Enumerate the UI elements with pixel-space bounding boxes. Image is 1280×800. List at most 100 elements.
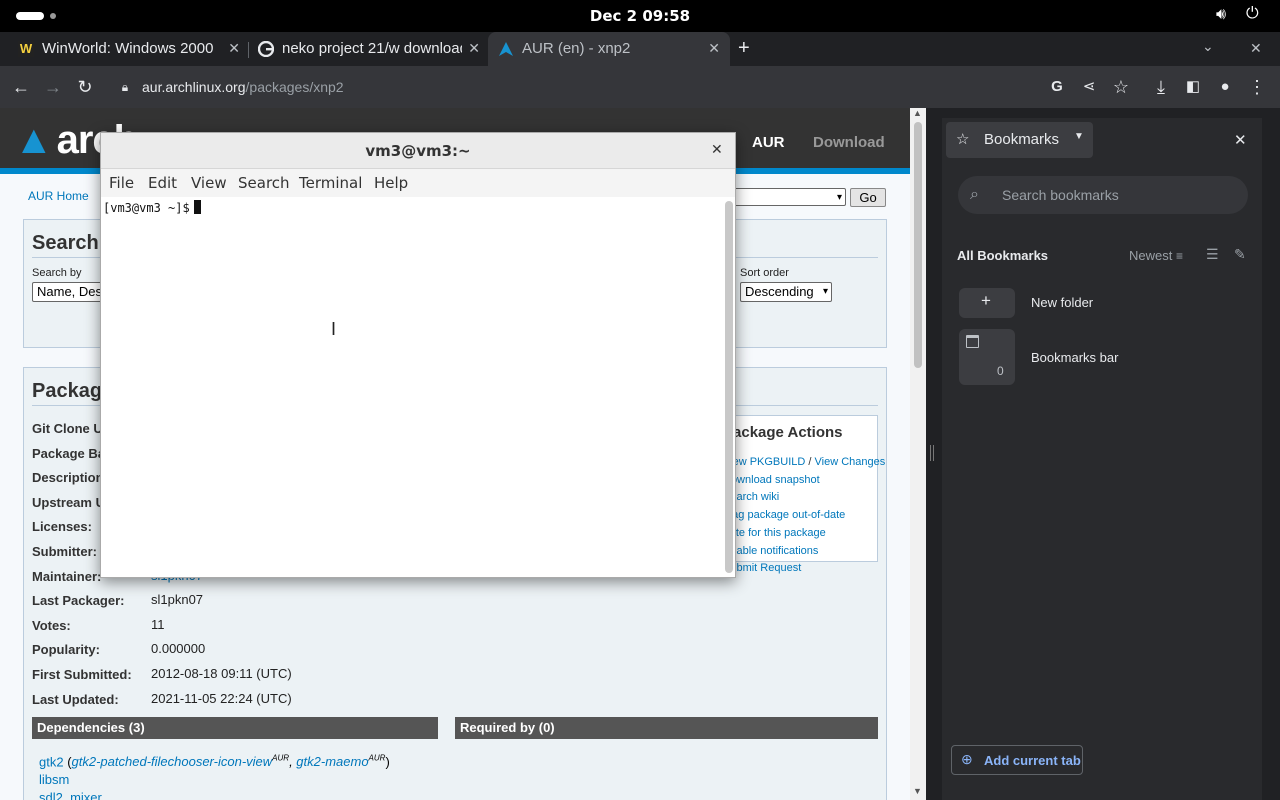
list-item: libsm (39, 771, 390, 789)
sort-order-select[interactable]: Descending ▾ (740, 282, 832, 302)
add-circle-icon: ⊕ (961, 751, 973, 767)
system-top-bar: Dec 2 09:58 🔊︎ ⏻ (0, 0, 1280, 32)
detail-label: Maintainer: (32, 568, 102, 584)
close-tab-icon[interactable]: ✕ (708, 40, 720, 57)
breadcrumb[interactable]: AUR Home (28, 189, 89, 203)
close-tab-icon[interactable]: ✕ (468, 40, 480, 57)
close-panel-icon[interactable]: ✕ (1234, 131, 1247, 149)
power-icon[interactable]: ⏻ (1246, 5, 1259, 23)
winworld-icon: W (18, 41, 34, 57)
close-window-icon[interactable]: ✕ (1250, 40, 1262, 57)
detail-value: 2021-11-05 22:24 (UTC) (151, 690, 292, 706)
tab-title: neko project 21/w download (282, 40, 462, 57)
go-button[interactable]: Go (850, 188, 886, 207)
side-panel-icon[interactable]: ◧ (1182, 76, 1204, 98)
sort-icon: ≡ (1175, 249, 1183, 263)
star-icon: ☆ (956, 131, 970, 148)
dropdown-icon: ▼ (1074, 131, 1084, 142)
language-select[interactable]: ▾ (734, 188, 846, 206)
new-folder-label[interactable]: New folder (1031, 295, 1093, 310)
dep-libsm-link[interactable]: libsm (39, 772, 69, 787)
dep-alt-link[interactable]: gtk2-patched-filechooser-icon-view (72, 754, 273, 769)
package-actions-box: Package Actions View PKGBUILD / View Cha… (714, 415, 885, 574)
url-host: aur.archlinux.org (142, 79, 246, 95)
tab-title: WinWorld: Windows 2000 (42, 40, 214, 57)
list-item: sdl2_mixer (39, 789, 390, 800)
scrollbar-thumb[interactable] (914, 122, 922, 368)
bookmarks-bar-label[interactable]: Bookmarks bar (1031, 350, 1118, 365)
list-item: gtk2 (gtk2-patched-filechooser-icon-view… (39, 754, 390, 770)
forward-icon[interactable]: → (42, 76, 64, 98)
search-title: Search (32, 232, 99, 254)
plus-icon: + (981, 291, 991, 310)
terminal-scrollbar[interactable] (725, 201, 733, 573)
detail-label: Votes: (32, 617, 71, 633)
bookmark-search-input[interactable]: ⌕ Search bookmarks (958, 176, 1248, 214)
reload-icon[interactable]: ↻ (74, 76, 96, 98)
detail-label: First Submitted: (32, 666, 132, 682)
close-tab-icon[interactable]: ✕ (228, 40, 240, 57)
menu-file[interactable]: File (109, 174, 134, 192)
folder-icon (966, 335, 979, 348)
vote-link[interactable]: Vote for this package (723, 527, 826, 539)
bookmarks-panel-selector[interactable]: ☆ Bookmarks ▼ (946, 122, 1093, 158)
search-icon: ⌕ (970, 186, 979, 203)
notifications-link[interactable]: Enable notifications (723, 545, 818, 557)
detail-label: Popularity: (32, 642, 100, 658)
list-view-icon[interactable]: ☰ (1206, 246, 1219, 263)
edit-icon[interactable]: ✎ (1234, 246, 1246, 263)
bookmark-star-icon[interactable]: ☆ (1110, 76, 1132, 98)
volume-icon[interactable]: 🔊︎ (1216, 6, 1226, 24)
search-by-label: Search by (32, 267, 82, 279)
sort-order-label: Sort order (740, 267, 789, 279)
dep-gtk2-link[interactable]: gtk2 (39, 754, 64, 769)
flag-out-of-date-link[interactable]: Flag package out-of-date (723, 509, 845, 521)
shell-prompt: [vm3@vm3 ~]$ (103, 200, 201, 215)
terminal-window[interactable]: vm3@vm3:~ ✕ File Edit View Search Termin… (100, 132, 736, 578)
menu-search[interactable]: Search (238, 174, 290, 192)
menu-edit[interactable]: Edit (148, 174, 177, 192)
menu-icon[interactable]: ⋮ (1246, 76, 1268, 98)
tab-strip: W WinWorld: Windows 2000 ✕ neko project … (0, 32, 1280, 66)
page-scrollbar[interactable]: ▲ ▼ (910, 108, 926, 800)
detail-label: Last Packager: (32, 593, 125, 609)
menu-help[interactable]: Help (374, 174, 408, 192)
add-current-tab-button[interactable]: ⊕ Add current tab (951, 745, 1083, 775)
address-bar[interactable]: aur.archlinux.org/packages/xnp2 (112, 72, 1112, 102)
bookmark-count: 0 (997, 364, 1004, 378)
new-tab-icon[interactable]: + (738, 37, 750, 60)
profile-icon[interactable]: ● (1214, 76, 1236, 98)
detail-label: Submitter: (32, 543, 97, 559)
bookmarks-panel (942, 118, 1262, 800)
view-changes-link[interactable]: View Changes (815, 456, 886, 468)
dep-sdl2-mixer-link[interactable]: sdl2_mixer (39, 790, 102, 800)
menu-terminal[interactable]: Terminal (299, 174, 362, 192)
download-snapshot-link[interactable]: Download snapshot (723, 474, 820, 486)
tab-title: AUR (en) - xnp2 (522, 40, 631, 57)
nav-aur[interactable]: AUR (752, 134, 785, 151)
clock[interactable]: Dec 2 09:58 (0, 7, 1280, 25)
download-icon[interactable]: ⤓ (1150, 76, 1172, 98)
tab-search-icon[interactable]: ⌄ (1202, 38, 1214, 55)
tab-neko[interactable]: neko project 21/w download ✕ (248, 32, 490, 66)
close-icon[interactable]: ✕ (711, 141, 723, 158)
terminal-title-bar[interactable]: vm3@vm3:~ (101, 133, 735, 169)
add-current-tab-label: Add current tab (984, 753, 1081, 768)
dep-alt-link[interactable]: gtk2-maemo (296, 754, 368, 769)
bookmarks-bar-tile[interactable]: 0 (959, 329, 1015, 385)
detail-value: 0.000000 (151, 641, 206, 657)
terminal-menubar: File Edit View Search Terminal Help (101, 169, 735, 197)
resize-handle[interactable] (930, 445, 934, 461)
terminal-body[interactable]: [vm3@vm3 ~]$ (101, 197, 735, 577)
new-folder-tile[interactable]: + (959, 288, 1015, 318)
url-path: /packages/xnp2 (245, 79, 344, 95)
nav-download[interactable]: Download (813, 134, 885, 151)
back-icon[interactable]: ← (10, 76, 32, 98)
actions-list: View PKGBUILD / View Changes Download sn… (723, 456, 886, 575)
text-cursor (193, 200, 201, 214)
tab-aur[interactable]: AUR (en) - xnp2 ✕ (488, 32, 730, 66)
menu-view[interactable]: View (191, 174, 227, 192)
arch-icon (499, 42, 513, 56)
sort-button[interactable]: Newest ≡ (1129, 248, 1183, 263)
tab-winworld[interactable]: W WinWorld: Windows 2000 ✕ (8, 32, 250, 66)
